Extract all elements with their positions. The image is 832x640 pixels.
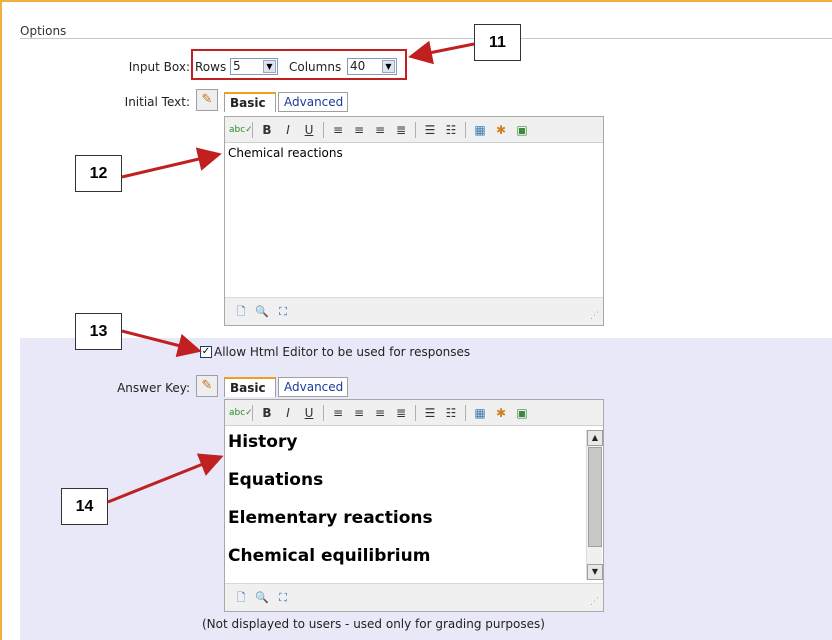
- callout-12: 12: [75, 155, 122, 192]
- callout-13: 13: [75, 313, 122, 350]
- arrow-11: [408, 40, 475, 65]
- arrow-12: [121, 147, 222, 179]
- arrow-14: [107, 453, 224, 504]
- callout-arrows: [107, 40, 475, 504]
- callout-14: 14: [61, 488, 108, 525]
- arrow-13: [121, 329, 202, 358]
- callout-11: 11: [474, 24, 521, 61]
